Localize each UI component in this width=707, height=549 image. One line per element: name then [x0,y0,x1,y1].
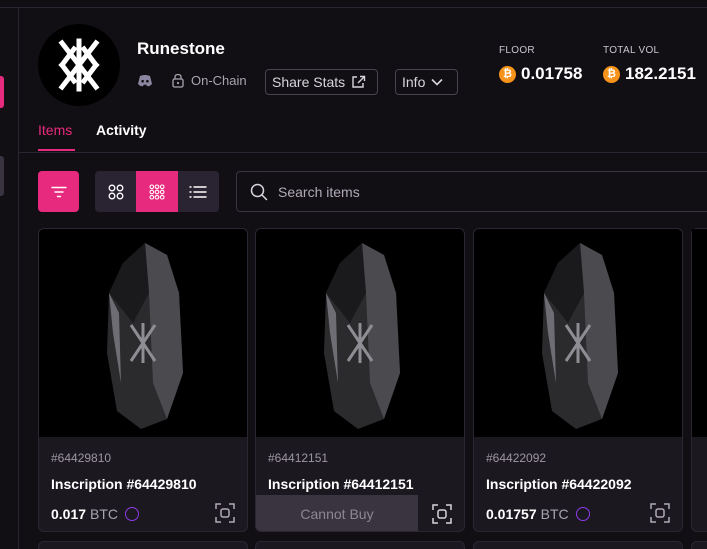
item-card[interactable] [691,228,707,532]
top-bar [0,0,707,8]
scan-icon[interactable] [650,503,670,523]
runestone-crystal-icon [542,243,618,429]
floor-label: FLOOR [499,45,535,56]
rune-badge-icon [125,507,140,521]
item-card[interactable]: #64422092 Inscription #64422092 0.01757 … [473,228,683,532]
tab-divider [19,152,707,153]
price-value: 0.017 [51,506,87,522]
item-card[interactable] [691,541,707,549]
btc-icon: ₿ [499,65,516,83]
view-toggle-group [95,171,219,212]
collection-avatar [38,24,120,106]
item-name[interactable]: Inscription #64422092 [486,476,632,492]
price-value: 0.01757 [486,506,537,522]
btc-icon: ₿ [603,65,620,83]
item-price: 0.01757 BTC [486,506,590,522]
item-number: #64429810 [51,451,112,465]
share-stats-button[interactable]: Share Stats [265,69,378,95]
list-icon [189,185,208,198]
left-rail [0,8,19,549]
item-card[interactable] [38,541,248,549]
price-unit: BTC [540,506,569,522]
item-image[interactable] [39,229,247,437]
runestone-crystal-icon [324,243,400,429]
filter-icon [50,186,67,197]
runestone-logo-icon [58,38,100,92]
active-tab-indicator [38,149,75,151]
view-small-grid-button[interactable] [136,171,178,212]
filter-button[interactable] [38,171,79,212]
cannot-buy-button[interactable]: Cannot Buy [256,495,418,531]
item-image[interactable] [256,229,464,437]
search-input[interactable] [278,183,578,200]
item-card[interactable]: #64429810 Inscription #64429810 0.017 BT… [38,228,248,532]
item-number: #64412151 [268,451,329,465]
scan-button[interactable] [418,495,464,531]
lock-icon [172,73,184,88]
grid-small-icon [149,183,165,200]
item-name[interactable]: Inscription #64429810 [51,476,197,492]
floor-amount: 0.01758 [521,64,583,83]
onchain-badge: On-Chain [171,73,247,88]
item-image[interactable] [474,229,682,437]
item-card[interactable] [473,541,683,549]
item-card[interactable] [255,541,465,549]
grid-large-icon [108,184,124,199]
view-large-grid-button[interactable] [95,171,136,212]
item-card[interactable]: #64412151 Inscription #64412151 Cannot B… [255,228,465,532]
rune-badge-icon [575,507,590,521]
item-image[interactable] [692,229,707,437]
discord-icon[interactable] [137,74,153,88]
item-price: 0.017 BTC [51,506,140,522]
price-unit: BTC [90,506,119,522]
share-icon [352,75,366,88]
onchain-label: On-Chain [191,73,247,88]
runestone-crystal-icon [107,243,183,429]
collection-title: Runestone [137,39,225,58]
share-stats-label: Share Stats [272,74,346,90]
search-icon [250,183,268,200]
tab-items[interactable]: Items [38,122,72,138]
item-name[interactable]: Inscription #64412151 [268,476,414,492]
tab-activity[interactable]: Activity [96,122,147,138]
floor-value: ₿ 0.01758 [499,64,582,84]
scan-icon [432,504,452,524]
info-label: Info [402,74,426,90]
rail-item[interactable] [0,156,4,196]
volume-amount: 182.2151 [625,64,696,83]
rail-active-indicator[interactable] [0,76,4,108]
chevron-down-icon [431,78,443,86]
search-box [236,171,707,212]
info-dropdown[interactable]: Info [395,69,458,95]
view-list-button[interactable] [178,171,219,212]
volume-value: ₿ 182.2151 [603,64,696,84]
scan-icon[interactable] [215,503,235,523]
item-number: #64422092 [486,451,547,465]
volume-label: TOTAL VOL [603,45,660,56]
